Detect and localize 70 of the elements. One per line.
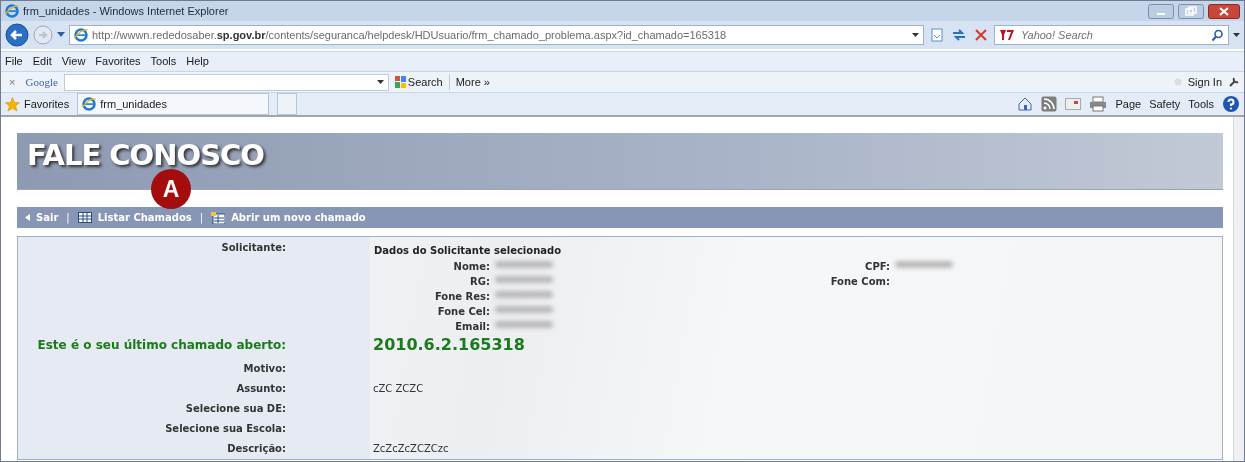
menu-item[interactable]: Tools — [150, 53, 177, 70]
ie-logo-icon — [82, 97, 97, 111]
address-field[interactable]: http://wwwn.rededosaber.sp.gov.br/contents/seguranca/helpdesk/HDUsuario/frm_chamado_problema.aspx?id_chamado=165318 — [69, 25, 924, 45]
field-value: cZC ZCZC — [373, 381, 424, 396]
ticket-number: 2010.6.2.165318 — [373, 334, 525, 356]
menu-button[interactable]: Safety — [1149, 95, 1181, 113]
status-dot-icon — [1173, 78, 1182, 86]
search-input[interactable]: Yahoo! Search — [1021, 26, 1207, 44]
field-value: ZcZcZcZCZCzc — [373, 441, 449, 456]
menu-item[interactable]: Favorites — [95, 53, 141, 70]
more-button[interactable]: More » — [448, 73, 490, 91]
help-icon[interactable] — [1222, 95, 1240, 113]
feed-icon[interactable] — [1041, 96, 1058, 112]
search-button[interactable]: Search — [394, 73, 443, 91]
field-label: RG: — [470, 275, 490, 287]
dropdown-arrow-icon[interactable] — [1233, 32, 1240, 38]
field-label: Assunto: — [236, 381, 286, 396]
wrench-icon[interactable] — [1228, 76, 1240, 88]
compatibility-view-icon[interactable] — [928, 26, 946, 44]
ie-logo-icon — [5, 4, 19, 18]
field-label: Selecione sua DE: — [185, 401, 286, 416]
separator: | — [66, 211, 70, 225]
close-button[interactable] — [1208, 3, 1240, 19]
menu-item[interactable]: Edit — [32, 53, 52, 70]
scrollbar[interactable] — [1233, 117, 1244, 461]
menu-item[interactable]: Help — [186, 53, 209, 70]
field-label: CPF: — [865, 260, 890, 272]
minimize-button[interactable] — [1148, 3, 1174, 19]
dropdown-arrow-icon[interactable] — [912, 32, 919, 38]
banner-title: FALE CONOSCO — [27, 139, 264, 171]
menu-button[interactable]: Tools — [1188, 95, 1214, 113]
search-field[interactable] — [63, 73, 389, 91]
field-label: Email: — [455, 320, 490, 332]
field-label: Fone Cel: — [437, 305, 490, 317]
field-label: Fone Res: — [434, 290, 490, 302]
printer-icon[interactable] — [1089, 96, 1108, 112]
browser-tab[interactable]: frm_unidades — [77, 93, 270, 115]
restore-button[interactable] — [1178, 3, 1204, 19]
field-label: Fone Com: — [830, 275, 890, 287]
field-label: Nome: — [453, 260, 490, 272]
window-title: frm_unidades - Windows Internet Explorer — [23, 3, 229, 19]
menu-button[interactable]: Page — [1115, 95, 1142, 113]
separator: | — [199, 211, 204, 225]
y-logo-icon — [999, 29, 1017, 41]
google-logo: Google — [25, 74, 58, 90]
mail-icon[interactable] — [1065, 98, 1082, 110]
address-url: http://wwwn.rededosaber.sp.gov.br/contents/seguranca/helpdesk/HDUsuario/frm_chamado_problema.aspx?id_chamado=165318 — [92, 27, 728, 43]
field-label: Descrição: — [227, 441, 286, 456]
search-icon[interactable] — [1211, 28, 1224, 42]
table-icon — [77, 212, 92, 223]
menu-item[interactable]: View — [61, 53, 86, 70]
ie-logo-icon — [74, 28, 88, 42]
close-button[interactable]: × — [5, 73, 20, 91]
back-arrow-icon — [25, 214, 30, 221]
field-label: Motivo: — [243, 361, 286, 376]
search-field[interactable]: Yahoo! Search — [994, 25, 1229, 45]
field-label: Selecione sua Escola: — [165, 421, 286, 436]
sign-in-button[interactable]: Sign In — [1187, 73, 1222, 91]
section-heading: Dados do Solicitante selecionado — [374, 244, 563, 257]
table-icon — [211, 211, 226, 224]
favorites-button[interactable]: Favorites — [5, 95, 70, 113]
home-icon[interactable] — [1017, 96, 1034, 112]
star-icon — [5, 96, 20, 112]
annotation-badge: A — [151, 169, 191, 209]
field-label: Solicitante: — [220, 241, 287, 255]
back-button[interactable] — [5, 23, 29, 47]
highlight-label: Este é o seu último chamado aberto: — [37, 337, 286, 354]
menu-item[interactable]: File — [5, 53, 23, 70]
colored-squares-icon — [394, 76, 406, 88]
dropdown-arrow-icon[interactable] — [376, 79, 384, 85]
